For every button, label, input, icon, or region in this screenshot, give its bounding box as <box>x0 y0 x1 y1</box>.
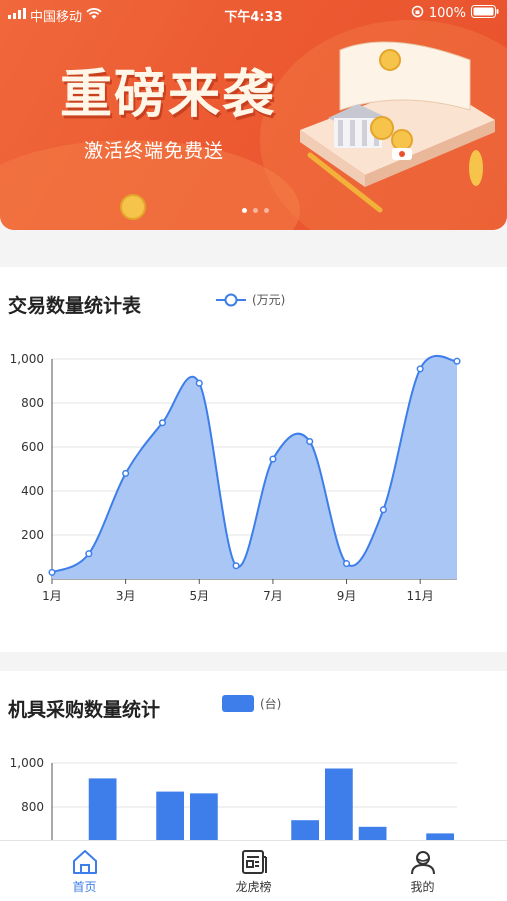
banner-subtitle: 激活终端免费送 <box>84 140 225 162</box>
orientation-lock-icon <box>411 5 424 22</box>
battery-group: 100% <box>411 5 499 22</box>
y-tick-label: 0 <box>36 572 44 586</box>
legend-label: (万元) <box>252 293 286 307</box>
data-point <box>232 562 240 570</box>
tab-profile-label: 我的 <box>410 880 435 894</box>
tab-home-label: 首页 <box>72 880 97 894</box>
legend-label: (台) <box>260 697 282 711</box>
y-tick-label: 1,000 <box>10 756 44 770</box>
battery-percent: 100% <box>428 6 466 21</box>
data-point <box>158 419 167 427</box>
profile-icon <box>410 851 435 875</box>
data-point <box>379 506 387 514</box>
purchases-title: 机具采购数量统计 <box>8 699 161 721</box>
y-tick-label: 400 <box>21 484 44 498</box>
promo-banner[interactable]: 重磅来袭 激活终端免费送 <box>0 0 507 230</box>
bar-legend-swatch <box>222 695 254 712</box>
x-tick-label: 5月 <box>189 589 209 603</box>
data-point <box>195 379 203 387</box>
data-point <box>306 437 314 446</box>
transactions-card: 交易数量统计表 (万元) 0 200 400 600 800 1,000 1月 3月 5月 7月 9… <box>0 267 507 652</box>
data-point <box>453 357 461 365</box>
transactions-area-chart: 0 200 400 600 800 1,000 1月 3月 5月 7月 9月 11月 <box>10 352 461 603</box>
purchases-legend: (台) <box>222 695 281 712</box>
bar <box>156 791 184 841</box>
data-point <box>122 469 130 477</box>
y-tick-label: 800 <box>21 800 44 814</box>
x-tick-label: 11月 <box>407 589 434 603</box>
home-icon <box>72 850 97 874</box>
x-tick-label: 1月 <box>42 589 62 603</box>
x-tick-label: 7月 <box>263 589 283 603</box>
bar <box>190 793 218 841</box>
battery-icon <box>471 5 499 22</box>
y-tick-label: 200 <box>21 528 44 542</box>
bottom-tab-bar: 首页 龙虎榜 我的 <box>0 840 507 901</box>
data-point <box>269 455 277 463</box>
y-tick-label: 800 <box>21 396 44 410</box>
coin-icon <box>120 194 146 220</box>
area-fill <box>52 355 457 579</box>
x-tick-label: 3月 <box>116 589 136 603</box>
ranking-icon <box>241 850 267 874</box>
tab-profile[interactable]: 我的 <box>338 841 507 901</box>
data-point <box>416 365 424 373</box>
y-tick-label: 600 <box>21 440 44 454</box>
tab-ranking[interactable]: 龙虎榜 <box>169 841 338 901</box>
transactions-title: 交易数量统计表 <box>8 295 142 317</box>
data-point <box>85 550 93 558</box>
tab-home[interactable]: 首页 <box>0 841 169 901</box>
purchases-bar-chart: 800 1,000 <box>10 756 457 841</box>
status-bar: 中国移动 下午4:33 100% <box>0 0 507 28</box>
bar <box>325 768 353 841</box>
bar <box>88 778 117 841</box>
line-legend-icon <box>216 293 246 306</box>
data-point <box>342 560 351 568</box>
bar <box>358 826 387 841</box>
data-point <box>48 568 56 576</box>
banner-title: 重磅来袭 <box>60 64 277 125</box>
tab-ranking-label: 龙虎榜 <box>235 880 272 894</box>
bar <box>291 820 319 841</box>
y-tick-label: 1,000 <box>10 352 44 366</box>
purchases-card: 机具采购数量统计 (台) 800 1,000 <box>0 671 507 841</box>
x-tick-label: 9月 <box>337 589 357 603</box>
carousel-indicator[interactable] <box>242 208 269 213</box>
bank-illustration-icon <box>300 41 495 213</box>
transactions-legend: (万元) <box>216 291 285 308</box>
